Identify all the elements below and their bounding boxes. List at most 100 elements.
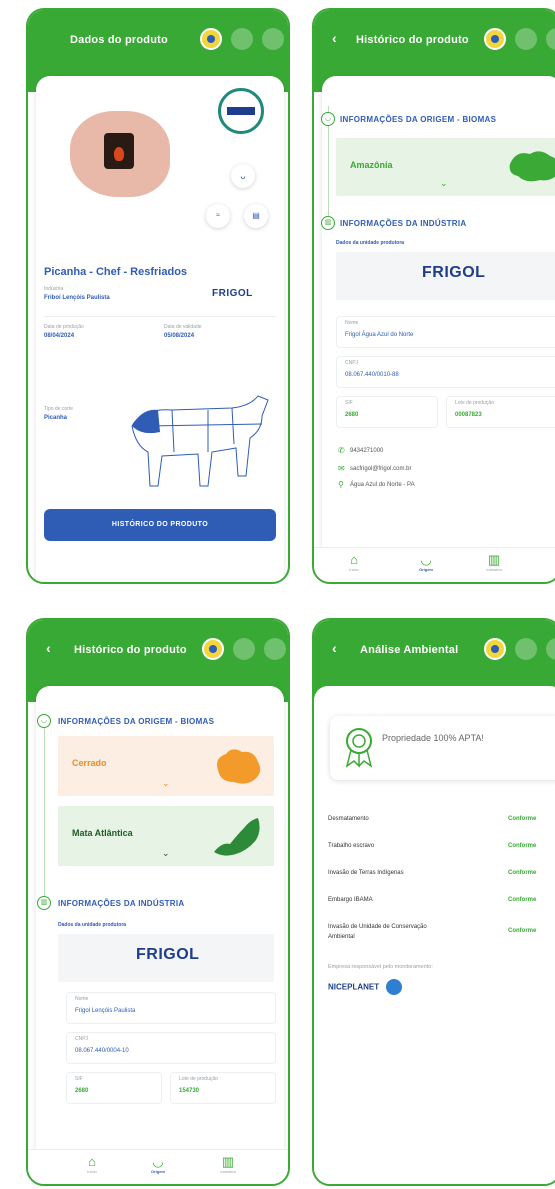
globe-icon[interactable] [515, 28, 537, 50]
back-arrow-icon[interactable]: ‹ [46, 640, 51, 656]
nav-industria[interactable]: ▥ Indústria [474, 552, 514, 572]
brazil-flag-icon[interactable] [484, 28, 506, 50]
frigol-logo-text: FRIGOL [422, 264, 486, 281]
origem-section-title: INFORMAÇÕES DA ORIGEM - BIOMAS [58, 717, 215, 726]
analysis-card: Propriedade 100% APTA! Desmatamento Conf… [314, 686, 555, 1184]
history-card: ◡ INFORMAÇÕES DA ORIGEM - BIOMAS Amazôni… [321, 76, 555, 552]
biome-name: Amazônia [350, 160, 393, 170]
package-label-icon [104, 133, 134, 169]
sif-label: SIF [345, 400, 353, 406]
biome-card-cerrado[interactable]: Cerrado ⌄ [58, 736, 274, 796]
email-icon: ✉ [338, 464, 345, 473]
lote-field: Lote de produção 00087823 [446, 396, 555, 428]
row-status: Conforme [508, 816, 537, 822]
producao-label: Data de produção [44, 324, 84, 330]
product-image [70, 111, 170, 197]
validade-label: Data de validade [164, 324, 202, 330]
empresa-label: Empresa responsável pelo monitoramento: [328, 964, 433, 970]
origem-section-title: INFORMAÇÕES DA ORIGEM - BIOMAS [340, 115, 497, 124]
phone-value[interactable]: 9434271000 [350, 448, 383, 454]
row-status: Conforme [508, 928, 537, 934]
nome-label: Nome [75, 996, 89, 1002]
product-card: ᴗ ≈ ▤ Picanha - Chef - Resfriados Indúst… [36, 76, 284, 582]
cow-size-icon[interactable]: ≈ [206, 204, 230, 228]
industria-section-title: INFORMAÇÕES DA INDÚSTRIA [58, 899, 185, 908]
sif-field: SIF 2680 [336, 396, 438, 428]
settings-icon[interactable] [546, 638, 555, 660]
corte-label: Tipo de corte [44, 406, 73, 412]
row-status: Conforme [508, 870, 537, 876]
lote-label: Lote de produção [179, 1076, 218, 1082]
nome-field: Nome Frigol Lençóis Paulista [66, 992, 276, 1024]
producao-value: 08/04/2024 [44, 333, 75, 339]
cnpj-label: CNPJ [345, 360, 359, 366]
divider [44, 316, 276, 317]
planet-icon [385, 978, 402, 995]
dados-unidade-label: Dados da unidade produtora [336, 240, 405, 246]
row-label: Desmatamento [328, 816, 369, 822]
globe-icon[interactable] [515, 638, 537, 660]
industria-label: Indústria [44, 286, 64, 292]
biome-card-amazonia[interactable]: Amazônia ⌄ [336, 138, 555, 196]
amazonia-map-icon [509, 151, 555, 182]
cnpj-field: CNPJ 08.067.440/0010-88 [336, 356, 555, 388]
nav-origem[interactable]: ◡ Origem [406, 552, 446, 572]
timeline-line [44, 716, 45, 902]
frigol-logo: FRIGOL [136, 946, 199, 964]
email-value[interactable]: sacfrigol@frigol.com.br [350, 466, 411, 472]
address-value: Água Azul do Norte - PA [350, 482, 415, 488]
sif-value: 2680 [75, 1088, 89, 1094]
frigol-logo-text: FRIGOL [212, 288, 253, 299]
biome-card-mata-atlantica[interactable]: Mata Atlântica ⌄ [58, 806, 274, 866]
cnpj-value: 08.067.440/0004-10 [75, 1048, 129, 1054]
back-arrow-icon[interactable]: ‹ [332, 640, 337, 656]
chevron-down-icon: ⌄ [162, 848, 170, 858]
lote-label: Lote de produção [455, 400, 494, 406]
screen-historico-2: ‹ Histórico do produto ◡ INFORMAÇÕES DA … [26, 618, 290, 1186]
brazil-flag-icon[interactable] [200, 28, 222, 50]
nome-value: Frigol Lençóis Paulista [75, 1008, 136, 1014]
historico-button[interactable]: HISTÓRICO DO PRODUTO [44, 509, 276, 541]
history-card: ◡ INFORMAÇÕES DA ORIGEM - BIOMAS Cerrado… [36, 686, 284, 1150]
screen-title: Dados do produto [70, 34, 168, 46]
globe-icon[interactable] [233, 638, 255, 660]
cattle-breed-icon[interactable]: ᴗ [231, 164, 255, 188]
lote-value: 154730 [179, 1088, 200, 1094]
globe-icon[interactable] [231, 28, 253, 50]
nav-label: Indústria [486, 567, 502, 572]
phone-icon: ✆ [338, 446, 345, 455]
nav-label: Início [349, 567, 359, 572]
screen-title: Análise Ambiental [360, 644, 459, 656]
row-label: Trabalho escravo [328, 843, 375, 849]
industria-value: Friboi Lençóis Paulista [44, 295, 110, 301]
validade-value: 05/08/2024 [164, 333, 195, 339]
settings-icon[interactable] [262, 28, 284, 50]
settings-icon[interactable] [264, 638, 286, 660]
nav-inicio[interactable]: ⌂ Início [334, 552, 374, 572]
nav-label: Origem [150, 1169, 165, 1174]
document-icon[interactable]: ▤ [244, 204, 268, 228]
product-name: Picanha - Chef - Resfriados [44, 266, 188, 278]
apta-text: Propriedade 100% APTA! [382, 733, 484, 743]
nome-value: Frigol Água Azul do Norte [345, 332, 414, 338]
corte-value: Picanha [44, 415, 68, 421]
brand-panel: FRIGOL [336, 252, 555, 300]
nav-origem[interactable]: ◡ Origem [138, 1154, 178, 1174]
nav-industria[interactable]: ▥ Indústria [208, 1154, 248, 1174]
row-label: Invasão de Terras Indígenas [328, 870, 404, 876]
factory-icon: ▥ [37, 896, 51, 910]
factory-icon: ▥ [221, 1154, 235, 1169]
nav-inicio[interactable]: ⌂ Início [72, 1154, 112, 1174]
certification-seal-icon [218, 88, 264, 134]
settings-icon[interactable] [546, 28, 555, 50]
nav-label: Indústria [220, 1169, 236, 1174]
cow-head-icon: ◡ [420, 552, 432, 567]
screen-analise-ambiental: ‹ Análise Ambiental Propriedade 100% APT… [312, 618, 555, 1186]
brazil-flag-icon[interactable] [484, 638, 506, 660]
brazil-flag-icon[interactable] [202, 638, 224, 660]
back-arrow-icon[interactable]: ‹ [332, 30, 337, 46]
cnpj-field: CNPJ 08.067.440/0004-10 [66, 1032, 276, 1064]
row-label: Invasão de Unidade de Conservação Ambien… [328, 924, 427, 940]
nome-field: Nome Frigol Água Azul do Norte [336, 316, 555, 348]
dados-unidade-label: Dados da unidade produtora [58, 922, 127, 928]
